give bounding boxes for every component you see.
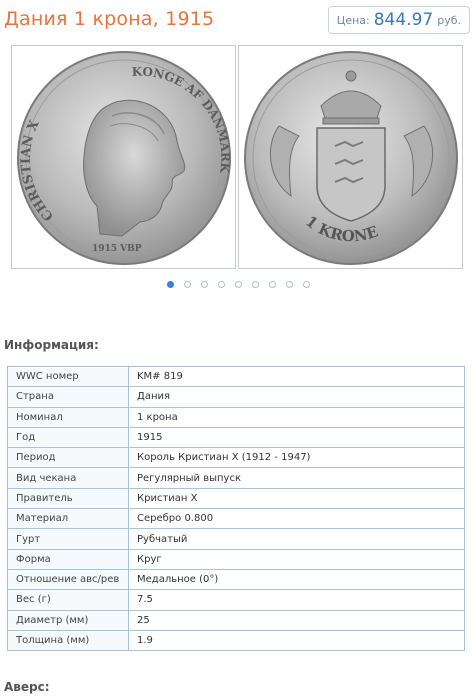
row-value: Регулярный выпуск xyxy=(128,467,465,489)
row-key: Диаметр (мм) xyxy=(7,609,129,631)
price-label: Цена: xyxy=(336,13,370,27)
info-heading: Информация: xyxy=(4,338,99,352)
page-title: Дания 1 крона, 1915 xyxy=(4,8,215,30)
row-value: Медальное (0°) xyxy=(128,568,465,591)
row-value: 1915 xyxy=(128,426,465,449)
coin-obverse-graphic: CHRISTIAN X KONGE AF DANMARK 1915 VBP xyxy=(17,51,232,265)
row-key: Страна xyxy=(7,386,129,408)
row-key: Отношение авс/рев xyxy=(7,568,129,591)
obverse-date: 1915 VBP xyxy=(92,244,142,254)
table-row: Гурт Рубчатый xyxy=(7,528,465,550)
row-key: Вид чекана xyxy=(7,467,129,489)
row-key: Материал xyxy=(7,508,129,530)
row-key: Номинал xyxy=(7,406,129,428)
gallery-dot[interactable] xyxy=(217,281,225,288)
row-key: Гурт xyxy=(7,528,129,550)
table-row: Страна Дания xyxy=(7,386,465,408)
table-row: Год 1915 xyxy=(7,426,465,449)
row-key: Толщина (мм) xyxy=(7,629,129,652)
row-value: Круг xyxy=(128,548,465,570)
table-row: Вид чекана Регулярный выпуск xyxy=(7,467,465,489)
row-key: Год xyxy=(7,426,129,449)
gallery-pagination xyxy=(0,281,476,288)
table-row: Вес (г) 7.5 xyxy=(7,589,465,611)
row-value: 1.9 xyxy=(128,629,465,652)
row-value: 7.5 xyxy=(128,589,465,611)
table-row: Номинал 1 крона xyxy=(7,406,465,428)
row-value: 1 крона xyxy=(128,406,465,428)
row-key: Вес (г) xyxy=(7,589,129,611)
gallery-dot[interactable] xyxy=(302,281,310,288)
row-value: Серебро 0.800 xyxy=(128,508,465,530)
gallery-dot[interactable] xyxy=(285,281,293,288)
gallery-dot[interactable] xyxy=(183,281,191,288)
info-table: WWC номер KM# 819 Страна Дания Номинал 1 кр… xyxy=(7,365,465,652)
row-key: Правитель xyxy=(7,487,129,510)
row-key: Период xyxy=(7,447,129,469)
coin-obverse-image[interactable]: CHRISTIAN X KONGE AF DANMARK 1915 VBP xyxy=(11,45,236,269)
row-value: Дания xyxy=(128,386,465,408)
price-value: 844.97 xyxy=(373,10,434,30)
table-row: Отношение авс/рев Медальное (0°) xyxy=(7,568,465,591)
price-badge: Цена: 844.97 руб. xyxy=(327,6,470,34)
table-row: Правитель Кристиан X xyxy=(7,487,465,510)
table-row: Материал Серебро 0.800 xyxy=(7,508,465,530)
coin-reverse-graphic: 1 KRONE xyxy=(244,51,458,265)
obverse-heading: Аверс: xyxy=(4,680,50,694)
price-currency: руб. xyxy=(437,13,461,27)
table-row: Период Король Кристиан X (1912 - 1947) xyxy=(7,447,465,469)
row-key: WWC номер xyxy=(7,365,129,388)
gallery-dot[interactable] xyxy=(251,281,259,288)
table-row: Форма Круг xyxy=(7,548,465,570)
table-row: Толщина (мм) 1.9 xyxy=(7,629,465,652)
table-row: WWC номер KM# 819 xyxy=(7,365,465,388)
gallery-dot[interactable] xyxy=(166,281,174,288)
table-row: Диаметр (мм) 25 xyxy=(7,609,465,631)
row-value: 25 xyxy=(128,609,465,631)
coin-reverse-image[interactable]: 1 KRONE xyxy=(238,45,463,269)
gallery-dot[interactable] xyxy=(268,281,276,288)
row-value: Король Кристиан X (1912 - 1947) xyxy=(128,447,465,469)
gallery-dot[interactable] xyxy=(234,281,242,288)
row-key: Форма xyxy=(7,548,129,570)
row-value: Рубчатый xyxy=(128,528,465,550)
row-value: Кристиан X xyxy=(128,487,465,510)
gallery-dot[interactable] xyxy=(200,281,208,288)
row-value: KM# 819 xyxy=(128,365,465,388)
